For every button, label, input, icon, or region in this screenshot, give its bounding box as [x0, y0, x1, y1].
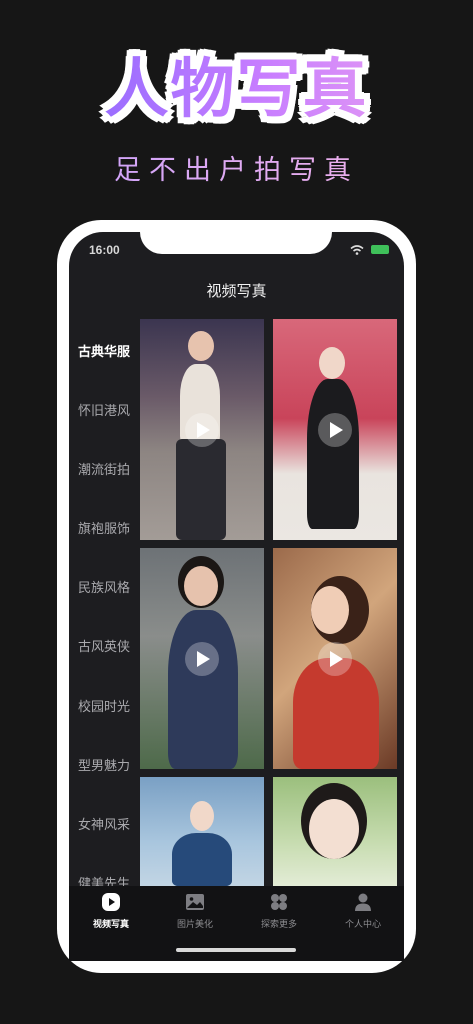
sidebar-item-street[interactable]: 潮流街拍 [69, 459, 139, 478]
battery-icon [371, 245, 389, 254]
home-indicator [176, 948, 296, 952]
hero-subtitle: 足不出户拍写真 [0, 148, 473, 187]
video-tile[interactable] [140, 777, 264, 886]
tab-video-portrait[interactable]: 视频写真 [69, 892, 153, 930]
video-tile[interactable] [140, 548, 264, 769]
play-circle-icon [102, 893, 120, 911]
sidebar-item-qipao[interactable]: 旗袍服饰 [69, 518, 139, 537]
tab-label: 探索更多 [260, 920, 297, 930]
sidebar-item-handsome-men[interactable]: 型男魅力 [69, 755, 139, 774]
tab-explore[interactable]: 探索更多 [237, 892, 321, 930]
sidebar-item-ethnic[interactable]: 民族风格 [69, 577, 139, 596]
sidebar-item-ancient-hero[interactable]: 古风英侠 [69, 636, 139, 655]
sidebar-item-goddess[interactable]: 女神风采 [69, 814, 139, 833]
play-icon[interactable] [185, 412, 219, 447]
status-time: 16:00 [89, 243, 120, 257]
phone-notch [140, 220, 332, 254]
play-icon[interactable] [318, 412, 352, 447]
play-icon[interactable] [185, 641, 219, 676]
tab-profile[interactable]: 个人中心 [321, 892, 405, 930]
video-tile[interactable] [273, 777, 397, 886]
sidebar-item-campus[interactable]: 校园时光 [69, 696, 139, 715]
image-icon [186, 894, 204, 910]
video-tile[interactable] [273, 548, 397, 769]
sidebar-item-retro-hk[interactable]: 怀旧港风 [69, 400, 139, 419]
tab-image-beautify[interactable]: 图片美化 [153, 892, 237, 930]
video-tile[interactable] [273, 319, 397, 540]
tab-label: 图片美化 [176, 920, 213, 930]
person-icon [355, 893, 371, 911]
hero-title: 人物写真 人物写真 [0, 38, 473, 130]
video-tile[interactable] [140, 319, 264, 540]
hero-title-fill: 人物写真 [0, 38, 473, 130]
wifi-icon [350, 245, 364, 255]
page-title: 视频写真 [206, 282, 267, 300]
tab-label: 视频写真 [92, 920, 129, 930]
sidebar-item-classical[interactable]: 古典华服 [69, 341, 139, 360]
play-icon[interactable] [318, 641, 352, 676]
tab-label: 个人中心 [344, 920, 381, 930]
grid-icon [271, 894, 287, 910]
